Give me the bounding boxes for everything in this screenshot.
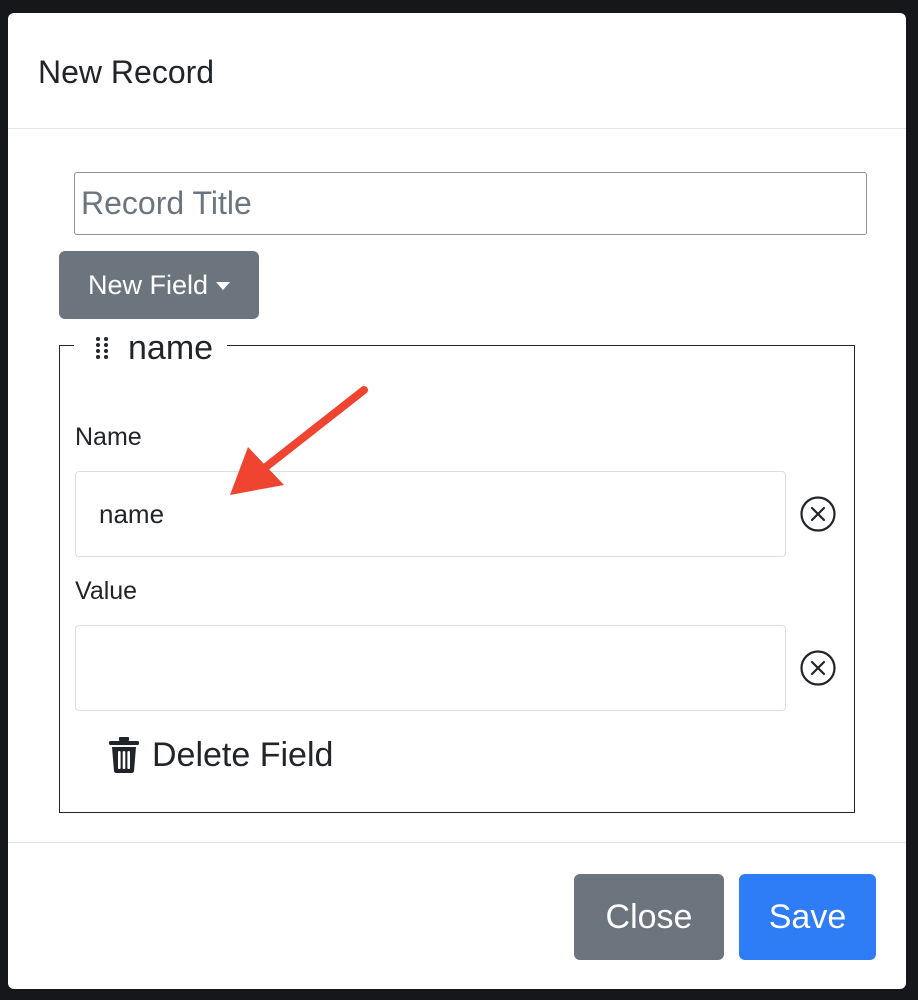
modal-header: New Record: [8, 13, 906, 129]
modal-footer: [8, 842, 906, 843]
new-field-dropdown-button[interactable]: New Field: [59, 251, 259, 319]
field-legend: name: [74, 325, 228, 371]
clear-value-icon[interactable]: [799, 649, 837, 687]
record-title-input[interactable]: [74, 172, 867, 235]
value-label: Value: [75, 577, 138, 605]
drag-handle-icon[interactable]: [96, 333, 110, 363]
name-label: Name: [75, 423, 142, 451]
save-button[interactable]: Save: [739, 874, 876, 960]
delete-field-label: Delete Field: [152, 735, 334, 774]
trash-icon: [109, 737, 139, 773]
field-legend-text: name: [128, 328, 214, 367]
new-field-label: New Field: [87, 269, 209, 300]
delete-field-button[interactable]: Delete Field: [108, 733, 333, 777]
field-value-input[interactable]: [75, 625, 786, 711]
field-name-input[interactable]: [75, 471, 786, 557]
clear-name-icon[interactable]: [799, 495, 837, 533]
modal-title: New Record: [38, 54, 215, 90]
new-record-modal: New Record New Field name Name Value: [8, 13, 906, 989]
caret-down-icon: [216, 282, 231, 290]
close-button[interactable]: Close: [574, 874, 724, 960]
